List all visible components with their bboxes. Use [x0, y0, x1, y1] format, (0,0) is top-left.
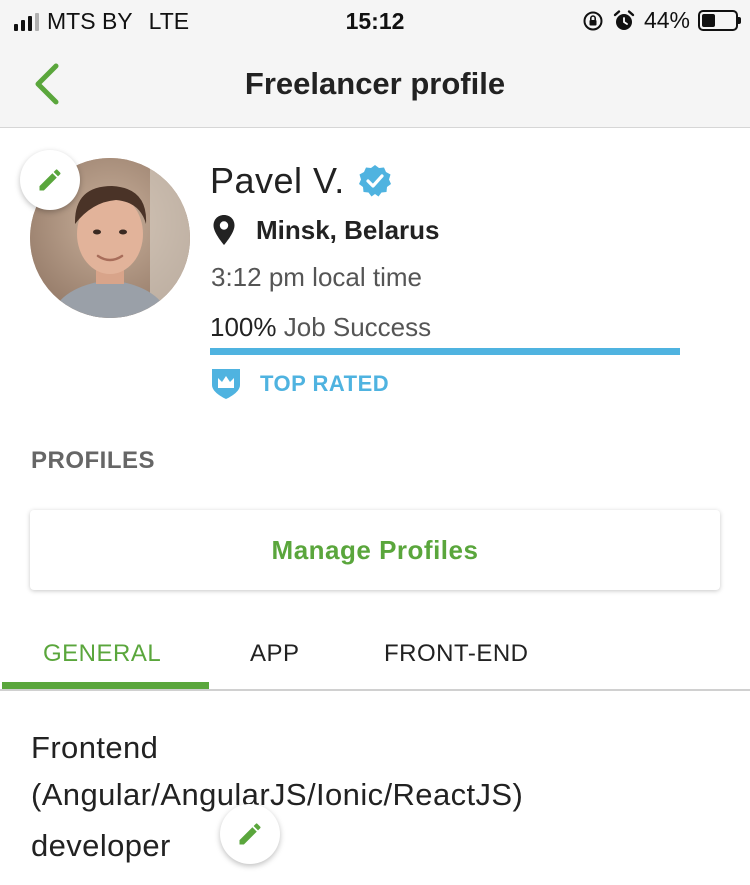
top-rated-shield-icon: [212, 369, 240, 399]
top-rated-label: TOP RATED: [260, 371, 390, 396]
freelancer-name: Pavel V.: [210, 160, 345, 201]
tab-front-end[interactable]: FRONT-END: [384, 640, 529, 668]
profile-headline-line2: (Angular/AngularJS/Ionic/ReactJS): [31, 777, 524, 812]
status-bar: MTS BY LTE 15:12 44%: [0, 0, 750, 44]
pencil-icon: [239, 823, 261, 845]
name-row: Pavel V.: [210, 160, 393, 202]
top-rated-badge: TOP RATED: [210, 367, 389, 401]
nav-bar: Freelancer profile: [0, 44, 750, 128]
profile-headline-line1: Frontend: [31, 730, 159, 765]
alarm-icon: [613, 9, 635, 30]
pencil-icon: [39, 169, 61, 191]
tab-general[interactable]: GENERAL: [43, 640, 161, 668]
location-row: Minsk, Belarus: [212, 214, 440, 246]
battery-icon: [698, 10, 741, 31]
page-title: Freelancer profile: [244, 66, 506, 101]
profile-headline-line3: developer: [31, 828, 171, 863]
job-success-bar: [210, 348, 680, 355]
profiles-section-title: PROFILES: [31, 447, 156, 474]
tab-app[interactable]: APP: [250, 640, 300, 668]
job-success: 100% Job Success: [210, 312, 431, 343]
local-time: 3:12 pm local time: [211, 262, 422, 292]
active-tab-indicator: [2, 682, 209, 689]
battery-percent: 44%: [643, 7, 690, 33]
job-success-value: 100%: [210, 312, 277, 342]
edit-photo-button[interactable]: [20, 150, 80, 210]
manage-profiles-button[interactable]: Manage Profiles: [30, 510, 720, 590]
orientation-lock-icon: [583, 11, 603, 30]
profile-tabs: GENERAL APP FRONT-END: [0, 620, 750, 691]
job-success-label: Job Success: [283, 312, 432, 342]
status-right: 44%: [582, 7, 741, 34]
edit-title-button[interactable]: [220, 804, 280, 864]
profile-headline: Frontend (Angular/AngularJS/Ionic/ReactJ…: [31, 724, 671, 869]
verified-badge-icon: [358, 165, 391, 197]
manage-profiles-label: Manage Profiles: [271, 534, 479, 565]
job-success-bar-fill: [210, 348, 680, 355]
location-text: Minsk, Belarus: [256, 214, 440, 245]
map-pin-icon: [213, 215, 235, 245]
